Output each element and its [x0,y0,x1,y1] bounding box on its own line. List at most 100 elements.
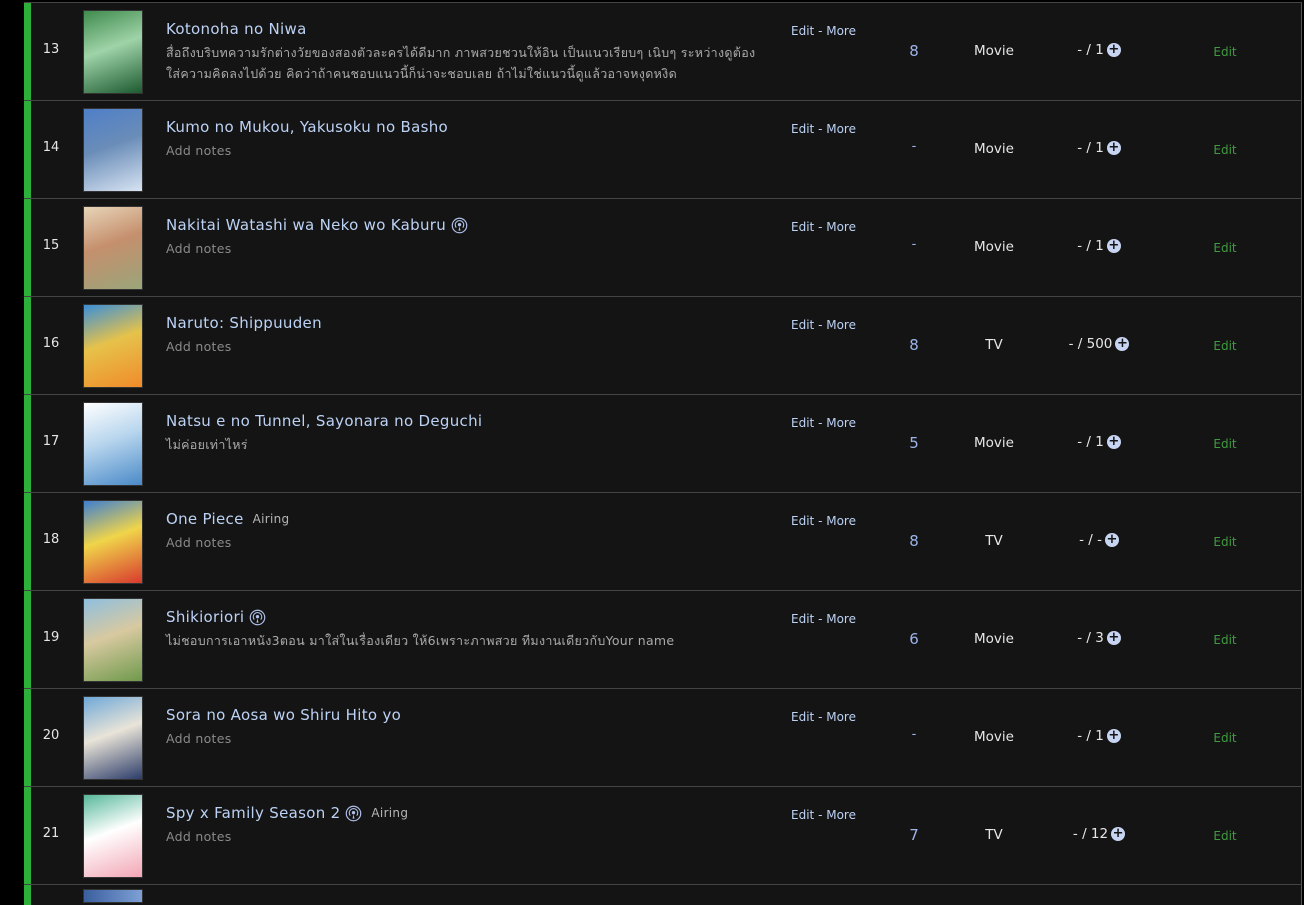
row-edit-link[interactable]: Edit [1204,535,1246,549]
row-number: 21 [42,826,60,841]
broadcast-icon[interactable] [345,805,362,822]
increment-episode-button[interactable]: + [1106,435,1121,449]
anime-title-link[interactable]: Nakitai Watashi wa Neko wo Kaburu [166,216,446,234]
score-select[interactable]: 8 [894,336,934,354]
edit-more-links: Edit - More [791,122,856,136]
progress-text[interactable]: - / 1 [1077,728,1104,744]
row-number: 16 [42,336,60,351]
more-link[interactable]: More [826,416,856,430]
more-link[interactable]: More [826,318,856,332]
score-select[interactable]: 5 [894,434,934,452]
progress-text[interactable]: - / 500 [1069,336,1113,352]
broadcast-icon[interactable] [249,609,266,626]
increment-episode-button[interactable]: + [1111,827,1126,841]
progress-cell: - / 1 + [1034,434,1164,450]
anime-thumbnail[interactable] [83,794,143,878]
anime-title-link[interactable]: One Piece [166,510,244,528]
increment-episode-button[interactable]: + [1104,533,1119,547]
edit-entry-link[interactable]: Edit [791,122,814,136]
add-notes-link[interactable]: Add notes [166,532,766,553]
row-border [1301,3,1302,100]
anime-title-link[interactable]: Sora no Aosa wo Shiru Hito yo [166,706,401,724]
edit-entry-link[interactable]: Edit [791,220,814,234]
progress-cell: - / 1 + [1034,140,1164,156]
progress-text[interactable]: - / - [1079,532,1102,548]
progress-text[interactable]: - / 1 [1077,42,1104,58]
more-link[interactable]: More [826,220,856,234]
add-notes-link[interactable]: Add notes [166,140,766,161]
progress-text[interactable]: - / 1 [1077,434,1104,450]
edit-entry-link[interactable]: Edit [791,710,814,724]
watching-status-bar [24,3,31,100]
progress-cell: - / 1 + [1034,728,1164,744]
anime-title-link[interactable]: Naruto: Shippuuden [166,314,322,332]
row-edit-link[interactable]: Edit [1204,633,1246,647]
add-notes-link[interactable]: Add notes [166,336,766,357]
anime-thumbnail[interactable] [83,108,143,192]
row-number: 20 [42,728,60,743]
increment-episode-button[interactable]: + [1106,141,1121,155]
row-edit-link[interactable]: Edit [1204,829,1246,843]
watching-status-bar [24,689,31,786]
progress-text[interactable]: - / 1 [1077,238,1104,254]
edit-entry-link[interactable]: Edit [791,318,814,332]
anime-thumbnail[interactable] [83,402,143,486]
row-number: 19 [42,630,60,645]
add-notes-link[interactable]: Add notes [166,238,766,259]
more-link[interactable]: More [826,24,856,38]
add-notes-link[interactable]: Add notes [166,826,766,847]
score-select[interactable]: 7 [894,826,934,844]
row-edit-link[interactable]: Edit [1204,339,1246,353]
title-line: Naruto: Shippuuden [166,314,322,332]
edit-entry-link[interactable]: Edit [791,416,814,430]
list-row: 16 Naruto: Shippuuden Add notes Edit - More… [24,297,1302,395]
more-link[interactable]: More [826,710,856,724]
increment-episode-button[interactable]: + [1106,631,1121,645]
edit-entry-link[interactable]: Edit [791,612,814,626]
anime-thumbnail[interactable] [83,10,143,94]
score-select[interactable]: - [894,727,934,742]
score-select[interactable]: - [894,139,934,154]
progress-text[interactable]: - / 3 [1077,630,1104,646]
increment-episode-button[interactable]: + [1106,239,1121,253]
edit-more-links: Edit - More [791,24,856,38]
anime-title-link[interactable]: Spy x Family Season 2 [166,804,340,822]
progress-text[interactable]: - / 1 [1077,140,1104,156]
anime-thumbnail[interactable] [83,598,143,682]
anime-thumbnail[interactable] [83,500,143,584]
row-edit-link[interactable]: Edit [1204,731,1246,745]
anime-title-link[interactable]: Kumo no Mukou, Yakusoku no Basho [166,118,448,136]
row-edit-link[interactable]: Edit [1204,143,1246,157]
row-edit-link[interactable]: Edit [1204,241,1246,255]
progress-text[interactable]: - / 12 [1073,826,1108,842]
increment-episode-button[interactable]: + [1115,337,1130,351]
row-edit-link[interactable]: Edit [1204,437,1246,451]
anime-title-link[interactable]: Kotonoha no Niwa [166,20,307,38]
edit-entry-link[interactable]: Edit [791,24,814,38]
anime-title-link[interactable]: Shikioriori [166,608,244,626]
row-edit-link[interactable]: Edit [1204,45,1246,59]
score-select[interactable]: 8 [894,42,934,60]
anime-thumbnail[interactable] [83,696,143,780]
increment-episode-button[interactable]: + [1106,729,1121,743]
anime-thumbnail[interactable] [83,304,143,388]
edit-entry-link[interactable]: Edit [791,514,814,528]
broadcast-icon[interactable] [451,217,468,234]
add-notes-link[interactable]: Add notes [166,728,766,749]
watching-status-bar [24,787,31,884]
anime-thumbnail[interactable] [83,889,143,903]
edit-entry-link[interactable]: Edit [791,808,814,822]
more-link[interactable]: More [826,612,856,626]
more-link[interactable]: More [826,808,856,822]
row-border [1301,689,1302,786]
row-number: 15 [42,238,60,253]
link-separator: - [814,318,827,332]
score-select[interactable]: - [894,237,934,252]
score-select[interactable]: 8 [894,532,934,550]
anime-title-link[interactable]: Natsu e no Tunnel, Sayonara no Deguchi [166,412,482,430]
increment-episode-button[interactable]: + [1106,43,1121,57]
anime-thumbnail[interactable] [83,206,143,290]
score-select[interactable]: 6 [894,630,934,648]
more-link[interactable]: More [826,122,856,136]
more-link[interactable]: More [826,514,856,528]
